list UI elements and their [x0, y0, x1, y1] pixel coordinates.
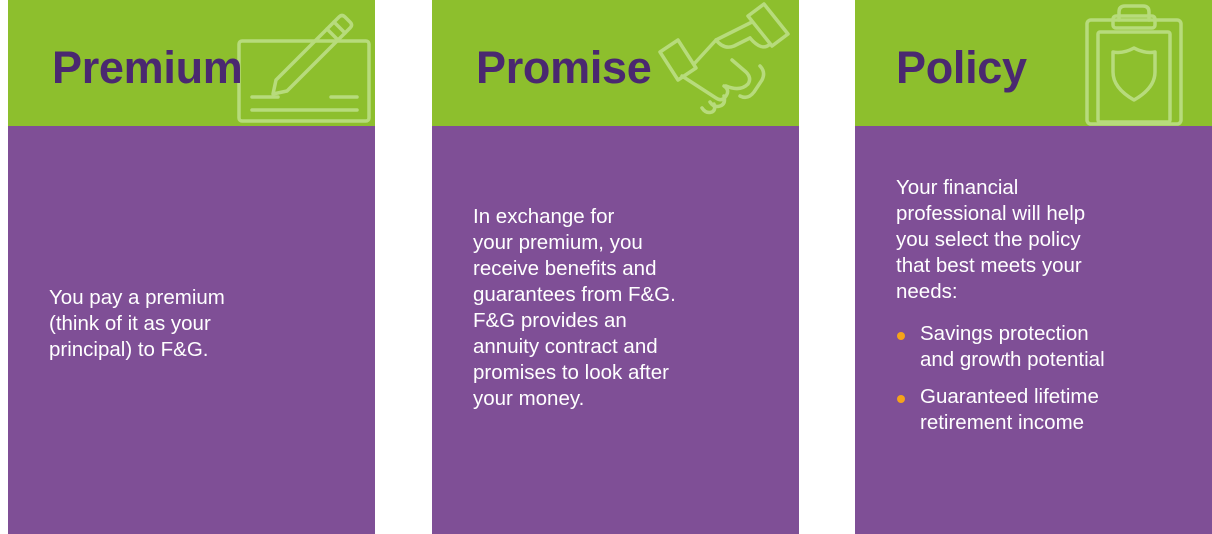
- clipboard-shield-icon: [1085, 4, 1183, 126]
- card-premium: Premium You pay a premium (think of it a…: [8, 0, 375, 534]
- check-pen-icon: [237, 13, 371, 123]
- card-body-text: In exchange for your premium, you receiv…: [473, 205, 676, 410]
- list-item: Savings protection and growth potential: [896, 321, 1206, 373]
- card-header: Premium: [8, 0, 375, 126]
- card-title: Premium: [52, 42, 243, 93]
- card-title: Promise: [476, 42, 652, 93]
- card-header: Policy: [855, 0, 1212, 126]
- card-header: Promise: [432, 0, 799, 126]
- card-promise: Promise In exchange for your premium, yo…: [432, 0, 799, 534]
- handshake-icon: [658, 2, 790, 115]
- bullet-list: Savings protection and growth potential …: [896, 321, 1206, 447]
- card-body-text: Your financial professional will help yo…: [896, 176, 1086, 303]
- list-item: Guaranteed lifetime retirement income: [896, 384, 1206, 436]
- card-body-text: You pay a premium (think of it as your p…: [49, 286, 225, 361]
- bullet-dot-icon: [897, 332, 905, 340]
- bullet-dot-icon: [897, 395, 905, 403]
- card-title: Policy: [896, 42, 1027, 93]
- card-policy: Policy Your financial professional will …: [855, 0, 1212, 534]
